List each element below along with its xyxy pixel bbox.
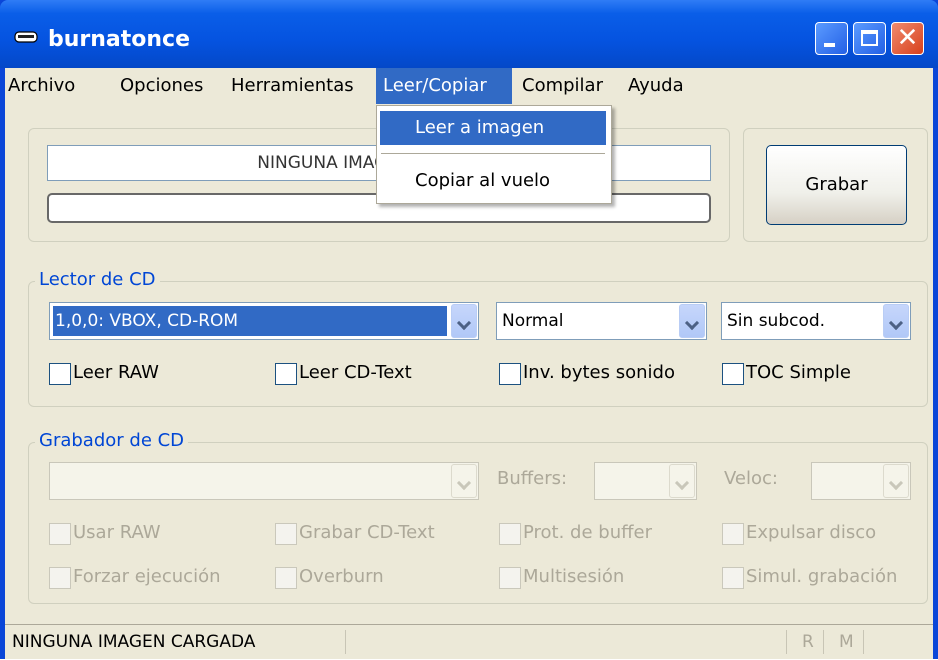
subcode-value: Sin subcod. [727,311,826,331]
close-icon: ✕ [896,23,919,53]
grabar-button[interactable]: Grabar [766,145,907,225]
writer-drive-select[interactable] [49,462,479,500]
menu-item-copiar-al-vuelo[interactable]: Copiar al vuelo [380,164,606,198]
writer-group: Grabador de CD Buffers: Veloc: Usar RAW … [28,430,928,604]
chevron-down-icon[interactable] [451,464,477,498]
maximize-icon [861,30,878,46]
subcode-select[interactable]: Sin subcod. [721,302,911,340]
reader-drive-select[interactable]: 1,0,0: VBOX, CD-ROM [49,302,479,340]
menu-separator [381,153,605,154]
status-m: M [839,632,854,652]
menu-compilar[interactable]: Compilar [522,68,603,104]
status-text: NINGUNA IMAGEN CARGADA [12,632,256,652]
menu-opciones[interactable]: Opciones [120,68,203,104]
menu-bar: Archivo Opciones Herramientas Leer/Copia… [5,68,933,104]
chevron-down-icon[interactable] [679,304,705,338]
menu-leer-copiar[interactable]: Leer/Copiar [376,68,512,104]
chevron-down-icon[interactable] [669,464,695,498]
status-bar: NINGUNA IMAGEN CARGADA R M [5,624,933,659]
cd-drive-icon [14,31,38,43]
reader-legend: Lector de CD [35,269,160,290]
menu-archivo[interactable]: Archivo [8,68,75,104]
buffers-select[interactable] [594,462,697,500]
menu-item-leer-a-imagen[interactable]: Leer a imagen [380,111,606,145]
client-area: Archivo Opciones Herramientas Leer/Copia… [5,68,933,659]
writer-legend: Grabador de CD [35,430,189,451]
close-button[interactable]: ✕ [891,22,924,55]
minimize-icon [824,43,835,47]
chevron-down-icon[interactable] [883,304,909,338]
status-r: R [802,632,814,652]
read-mode-value: Normal [502,311,564,331]
window-title: burnatonce [48,27,191,52]
minimize-button[interactable] [815,22,848,55]
reader-group: Lector de CD 1,0,0: VBOX, CD-ROM Normal … [28,269,928,407]
speed-select[interactable] [811,462,911,500]
leer-copiar-menu: Leer a imagen Copiar al vuelo [376,105,612,204]
read-mode-select[interactable]: Normal [496,302,707,340]
app-window: burnatonce ✕ Archivo Opciones Herramient… [0,0,938,659]
chevron-down-icon[interactable] [451,304,477,338]
maximize-button[interactable] [853,22,886,55]
title-bar[interactable]: burnatonce ✕ [0,0,938,68]
menu-herramientas[interactable]: Herramientas [231,68,354,104]
menu-ayuda[interactable]: Ayuda [628,68,684,104]
record-panel: Grabar [743,128,928,242]
reader-drive-value: 1,0,0: VBOX, CD-ROM [55,311,239,331]
chevron-down-icon[interactable] [883,464,909,498]
